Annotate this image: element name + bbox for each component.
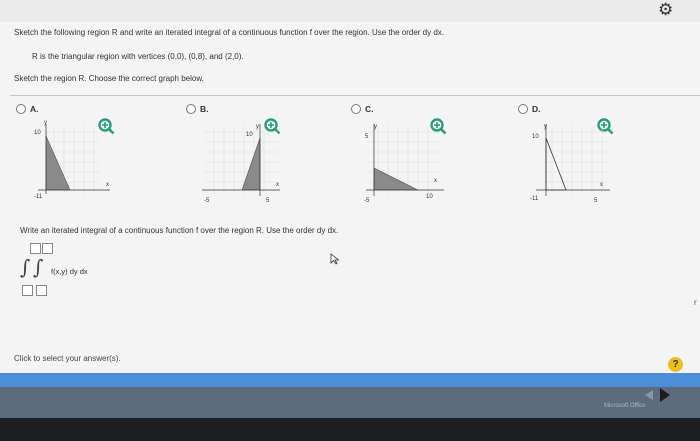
help-button[interactable]: ? bbox=[668, 357, 683, 372]
option-a[interactable]: A. bbox=[16, 104, 39, 114]
option-b-radio[interactable] bbox=[186, 104, 196, 114]
option-d-x-pos: 5 bbox=[594, 198, 598, 204]
next-arrow-icon[interactable] bbox=[660, 388, 670, 402]
outer-upper-limit-box[interactable] bbox=[30, 243, 41, 254]
graph-option-a[interactable]: y 10 -11 x bbox=[30, 116, 120, 206]
top-toolbar bbox=[0, 0, 700, 22]
option-a-radio[interactable] bbox=[16, 104, 26, 114]
option-d[interactable]: D. bbox=[518, 104, 541, 114]
option-b[interactable]: B. bbox=[186, 104, 209, 114]
integral-prompt: Write an iterated integral of a continuo… bbox=[20, 226, 339, 235]
option-d-y-axis-label: y bbox=[544, 124, 547, 130]
option-c-radio[interactable] bbox=[351, 104, 361, 114]
inner-lower-limit-box[interactable] bbox=[36, 285, 47, 296]
option-c-x-neg: -5 bbox=[364, 198, 370, 204]
option-a-label: A. bbox=[30, 104, 39, 114]
outer-lower-limit-box[interactable] bbox=[22, 285, 33, 296]
monitor-bezel bbox=[0, 418, 700, 441]
option-a-x-neg: -11 bbox=[34, 194, 43, 200]
option-b-y-axis-label: y bbox=[256, 124, 259, 130]
right-edge-mark: r bbox=[694, 298, 697, 307]
option-d-label: D. bbox=[532, 104, 541, 114]
option-d-x-axis-label: x bbox=[600, 182, 603, 188]
divider-top bbox=[10, 95, 700, 96]
option-b-x-pos: 5 bbox=[266, 198, 270, 204]
option-b-y-top: 10 bbox=[246, 132, 253, 138]
graph-option-d[interactable]: y 10 -11 5 x bbox=[528, 116, 618, 206]
inner-integral-sign-icon: ∫ bbox=[33, 255, 44, 279]
sketch-prompt: Sketch the region R. Choose the correct … bbox=[14, 74, 204, 83]
region-description: R is the triangular region with vertices… bbox=[32, 52, 244, 61]
gear-icon[interactable]: ⚙ bbox=[658, 0, 673, 20]
option-d-radio[interactable] bbox=[518, 104, 528, 114]
mouse-cursor-icon bbox=[330, 253, 340, 265]
inner-upper-limit-box[interactable] bbox=[42, 243, 53, 254]
option-b-x-neg: -5 bbox=[204, 198, 210, 204]
integrand-text: f(x,y) dy dx bbox=[51, 267, 88, 276]
footer-brand: Microsoft Office bbox=[604, 403, 646, 409]
click-hint: Click to select your answer(s). bbox=[14, 354, 121, 363]
option-c-label: C. bbox=[365, 104, 374, 114]
option-b-x-axis-label: x bbox=[276, 182, 279, 188]
option-c-y-top: 5 bbox=[365, 134, 369, 140]
outer-integral-sign-icon: ∫ bbox=[20, 255, 31, 279]
blue-status-strip bbox=[0, 373, 700, 387]
option-a-y-axis-label: y bbox=[44, 120, 47, 126]
option-c-x-pos: 10 bbox=[426, 194, 433, 200]
option-d-x-neg: -11 bbox=[530, 196, 539, 202]
option-c-x-axis-label: x bbox=[434, 178, 437, 184]
option-c-y-axis-label: y bbox=[374, 124, 377, 130]
iterated-integral-answer: ∫ ∫ f(x,y) dy dx bbox=[20, 243, 120, 301]
option-b-label: B. bbox=[200, 104, 209, 114]
option-c[interactable]: C. bbox=[351, 104, 374, 114]
graph-option-c[interactable]: y 5 -5 10 x bbox=[362, 116, 452, 206]
option-a-x-axis-label: x bbox=[106, 182, 109, 188]
question-instruction: Sketch the following region R and write … bbox=[14, 28, 445, 37]
back-arrow-icon[interactable] bbox=[645, 390, 653, 400]
option-a-y-top: 10 bbox=[34, 130, 41, 136]
graph-option-b[interactable]: y 10 -5 5 x bbox=[198, 116, 288, 206]
option-d-y-top: 10 bbox=[532, 134, 539, 140]
